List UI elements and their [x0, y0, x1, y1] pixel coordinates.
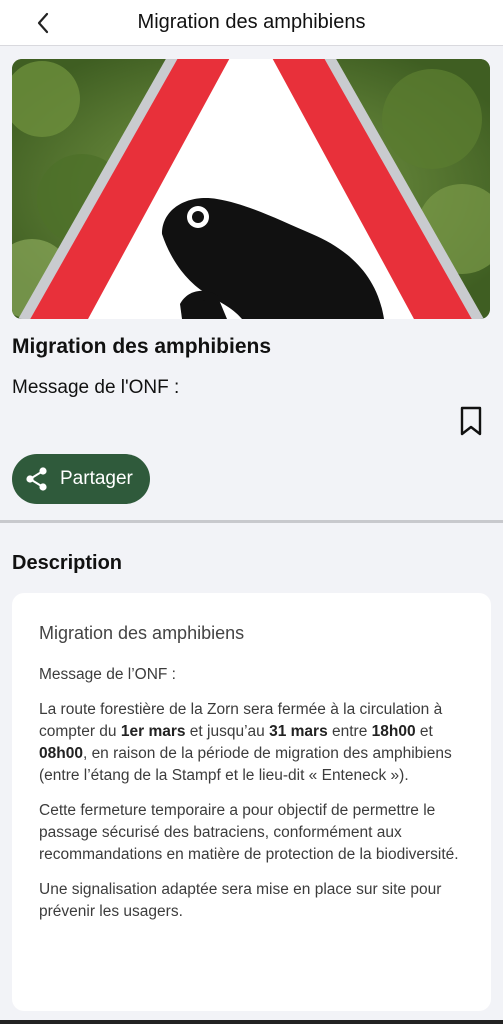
article-subtitle: Message de l'ONF :	[12, 377, 180, 398]
description-heading: Description	[12, 552, 123, 574]
share-button[interactable]: Partager	[12, 454, 150, 504]
section-divider	[0, 520, 503, 523]
bottom-edge	[0, 1020, 503, 1024]
share-button-label: Partager	[60, 468, 133, 489]
description-card-title: Migration des amphibiens	[39, 623, 245, 643]
hero-image	[12, 59, 490, 319]
description-card: Migration des amphibiens Message de l’ON…	[12, 593, 491, 1011]
page-title: Migration des amphibiens	[137, 11, 366, 33]
description-paragraph-2: Cette fermeture temporaire a pour object…	[39, 802, 459, 863]
bookmark-button[interactable]	[457, 405, 485, 437]
description-paragraph-1: La route forestière de la Zorn sera ferm…	[39, 701, 452, 784]
bookmark-icon	[460, 406, 482, 436]
description-intro: Message de l’ONF :	[39, 666, 176, 683]
article-title: Migration des amphibiens	[12, 335, 272, 358]
description-paragraph-3: Une signalisation adaptée sera mise en p…	[39, 881, 442, 920]
top-app-bar: Migration des amphibiens	[0, 0, 503, 46]
share-icon	[26, 467, 47, 491]
amphibian-sign-image	[12, 59, 490, 319]
